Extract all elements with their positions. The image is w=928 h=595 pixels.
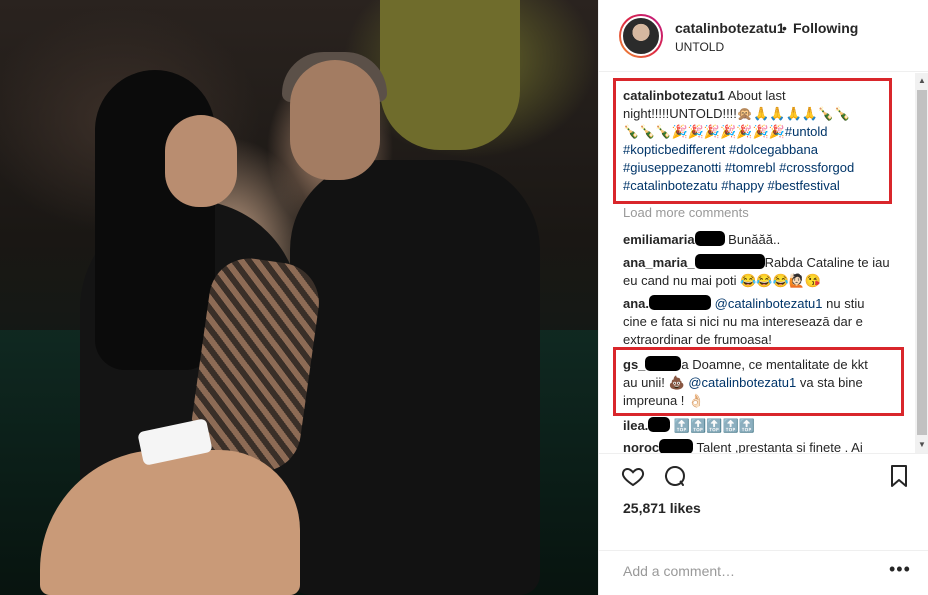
comment-username[interactable]: noroc [623, 440, 659, 453]
scroll-up-arrow-icon[interactable]: ▲ [917, 75, 927, 87]
comment-text: Talent ,prestanta si finete . Ai [696, 440, 863, 453]
avatar-image [621, 16, 661, 56]
header-username[interactable]: catalinbotezatu1 [675, 20, 785, 36]
add-comment-input[interactable] [623, 563, 873, 579]
redaction-bar [659, 439, 694, 453]
location-link[interactable]: UNTOLD [675, 40, 724, 54]
comment-username[interactable]: ana. [623, 296, 649, 311]
comment-mention[interactable]: @catalinbotezatu1 [715, 296, 823, 311]
comment-item: ana. @catalinbotezatu1 nu stiu cine e fa… [623, 295, 908, 349]
heart-icon[interactable] [621, 464, 645, 488]
comment-username[interactable]: emiliamaria [623, 232, 695, 247]
post-actions: 25,871 likes [599, 453, 928, 531]
post-sidebar: catalinbotezatu1 • Following UNTOLD cata… [598, 0, 928, 595]
comment-username[interactable]: ana_maria_ [623, 255, 695, 270]
header-separator: • [782, 20, 787, 36]
comment-text: cine e fata si nici nu ma intereseazā da… [623, 314, 863, 329]
redaction-bar [649, 295, 712, 310]
add-comment-bar: ••• [599, 550, 928, 595]
bookmark-icon[interactable] [887, 464, 911, 488]
comment-username[interactable]: ilea. [623, 418, 648, 433]
highlight-box-caption [613, 78, 892, 204]
comment-text: Bunăăă.. [728, 232, 781, 247]
comment-text: extraordinar de frumoasa! [623, 332, 772, 347]
scrollbar-thumb[interactable] [917, 90, 927, 435]
scroll-down-arrow-icon[interactable]: ▼ [917, 439, 927, 451]
redaction-bar [694, 254, 765, 269]
comment-text: eu cand nu mai poti 😂😂😂🙋🏻😘 [623, 273, 822, 288]
comment-item: emiliamaria Bunăăă.. [623, 231, 908, 249]
comment-item: ana_maria_ Rabda Cataline te iau eu cand … [623, 254, 908, 290]
comment-item: ilea. 🔝🔝🔝🔝🔝 [623, 417, 908, 435]
post-photo[interactable] [0, 0, 598, 595]
likes-count[interactable]: 25,871 likes [623, 500, 701, 516]
load-more-comments[interactable]: Load more comments [623, 205, 749, 220]
more-options-icon[interactable]: ••• [889, 559, 911, 580]
background-person [380, 0, 520, 150]
comment-icon[interactable] [663, 464, 687, 488]
avatar[interactable] [619, 14, 663, 58]
comment-text: nu stiu [826, 296, 865, 311]
redaction-bar [694, 231, 725, 246]
following-button[interactable]: Following [793, 20, 858, 36]
comments-list[interactable]: catalinbotezatu1 About last night!!!!!UN… [599, 73, 915, 453]
post-header: catalinbotezatu1 • Following UNTOLD [599, 0, 928, 72]
comment-item: noroc Talent ,prestanta si finete . Ai [623, 439, 908, 453]
woman-face [165, 115, 237, 207]
comment-text: 🔝🔝🔝🔝🔝 [673, 418, 755, 433]
redaction-bar [648, 417, 671, 432]
man-head [290, 60, 380, 180]
man-figure [290, 160, 540, 595]
comment-text: Rabda Cataline te iau [764, 255, 890, 270]
highlight-box-comment [613, 347, 904, 416]
